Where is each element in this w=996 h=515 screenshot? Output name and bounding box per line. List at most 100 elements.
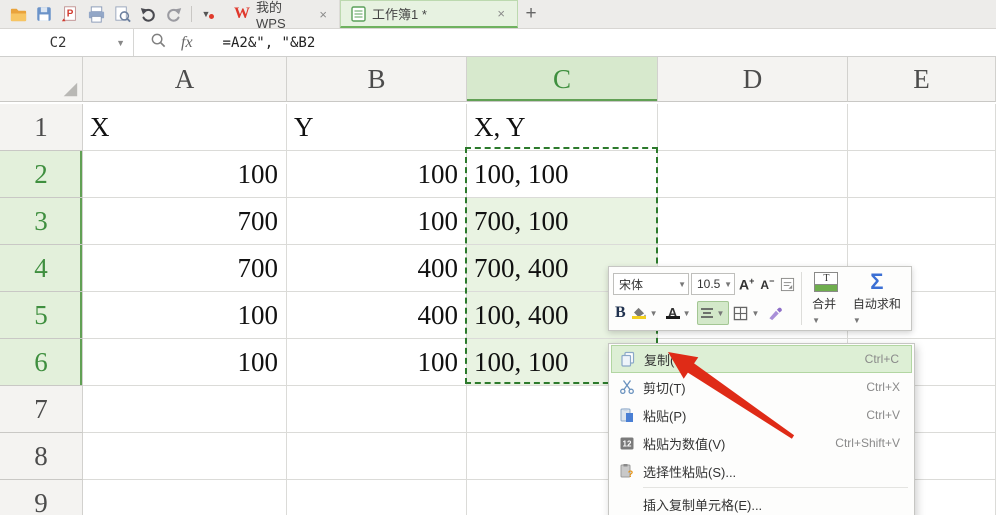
menu-item-copy[interactable]: 复制(C) Ctrl+C (611, 345, 912, 373)
row-header-7[interactable]: 7 (0, 386, 83, 433)
tab-workbook1[interactable]: 工作簿1 * × (340, 0, 518, 28)
cell-a8[interactable] (83, 433, 287, 480)
menu-item-label: 粘贴为数值(V) (643, 436, 726, 452)
row-header-8[interactable]: 8 (0, 433, 83, 480)
column-header-a[interactable]: A (83, 57, 287, 102)
font-size-combobox[interactable]: 10.5 ▼ (691, 273, 735, 295)
column-header-d[interactable]: D (658, 57, 848, 102)
print-preview-button[interactable] (109, 2, 135, 26)
bold-button[interactable]: B (613, 301, 628, 325)
row-header-5[interactable]: 5 (0, 292, 83, 339)
menu-item-paste-special[interactable]: ? 选择性粘贴(S)... (611, 457, 912, 485)
font-color-icon: A (665, 306, 680, 319)
redo-button[interactable] (161, 2, 187, 26)
paste-icon (611, 407, 643, 423)
row-header-2[interactable]: 2 (0, 151, 83, 198)
font-name-value: 宋体 (619, 277, 644, 292)
decrease-font-button[interactable]: A− (758, 272, 776, 296)
cell-b7[interactable] (287, 386, 467, 433)
dialog-launcher-icon (781, 277, 795, 291)
cell-b2[interactable]: 100 (287, 151, 467, 198)
tab-my-wps[interactable]: W 我的WPS × (224, 0, 340, 31)
quick-access-toolbar: P ▼ (0, 0, 216, 28)
fill-color-button[interactable]: ▼ (630, 301, 662, 325)
cell-b9[interactable] (287, 480, 467, 515)
align-center-icon (700, 308, 713, 318)
undo-icon (140, 8, 155, 22)
formula-input[interactable]: =A2&", "&B2 (223, 35, 316, 51)
tab-bar: P ▼ W 我的WPS × 工作簿1 * × + (0, 0, 996, 31)
menu-item-label: 插入复制单元格(E)... (643, 497, 763, 513)
row-header-3[interactable]: 3 (0, 198, 83, 245)
menu-item-cut[interactable]: 剪切(T) Ctrl+X (611, 373, 912, 401)
context-menu: 复制(C) Ctrl+C 剪切(T) Ctrl+X 粘贴(P) Ctrl+V 1… (608, 343, 915, 515)
cell-d2[interactable] (658, 151, 848, 198)
row-header-9[interactable]: 9 (0, 480, 83, 515)
save-button[interactable] (31, 2, 57, 26)
cell-a5[interactable]: 100 (83, 292, 287, 339)
print-icon (88, 5, 104, 23)
print-button[interactable] (83, 2, 109, 26)
new-tab-button[interactable]: + (518, 0, 544, 28)
font-size-value: 10.5 (697, 277, 721, 291)
close-tab-icon[interactable]: × (317, 7, 329, 22)
cell-a3[interactable]: 700 (83, 198, 287, 245)
zoom-search-button[interactable] (150, 32, 167, 54)
cell-a2[interactable]: 100 (83, 151, 287, 198)
column-header-b[interactable]: B (287, 57, 467, 102)
font-color-button[interactable]: A ▼ (664, 301, 695, 325)
format-dialog-button[interactable] (778, 272, 797, 296)
cell-a6[interactable]: 100 (83, 339, 287, 386)
row-header-4[interactable]: 4 (0, 245, 83, 292)
increase-font-button[interactable]: A+ (737, 272, 756, 296)
menu-item-paste-values[interactable]: 12 粘贴为数值(V) Ctrl+Shift+V (611, 429, 912, 457)
cell-a7[interactable] (83, 386, 287, 433)
cell-e1[interactable] (848, 104, 996, 151)
close-tab-icon[interactable]: × (495, 6, 507, 21)
borders-grid-icon (734, 306, 748, 320)
menu-item-insert-copied-cells[interactable]: 插入复制单元格(E)... (611, 490, 912, 515)
open-file-button[interactable] (5, 2, 31, 26)
export-pdf-button[interactable]: P (57, 2, 83, 26)
undo-button[interactable] (135, 2, 161, 26)
merge-cells-button[interactable]: T 合并 ▼ (806, 270, 847, 327)
cell-d1[interactable] (658, 104, 848, 151)
cell-b1[interactable]: Y (287, 104, 467, 151)
cell-b4[interactable]: 400 (287, 245, 467, 292)
row-header-1[interactable]: 1 (0, 104, 83, 151)
cell-d3[interactable] (658, 198, 848, 245)
customize-toolbar-button[interactable]: ▼ (196, 9, 216, 19)
formula-bar: C2 ▼ fx =A2&", "&B2 (0, 29, 996, 57)
format-painter-brush-icon (769, 307, 783, 320)
dropdown-caret-icon: ▼ (751, 308, 760, 318)
cell-a9[interactable] (83, 480, 287, 515)
tab-label: 工作簿1 * (372, 7, 427, 22)
cell-c1[interactable]: X, Y (467, 104, 658, 151)
merge-cells-icon: T (814, 271, 839, 292)
borders-button[interactable]: ▼ (731, 301, 763, 325)
name-box-dropdown-icon[interactable]: ▼ (116, 38, 133, 48)
cell-reference: C2 (49, 34, 67, 51)
cell-b3[interactable]: 100 (287, 198, 467, 245)
format-painter-button[interactable] (765, 301, 785, 325)
select-all-button[interactable] (0, 57, 83, 102)
cell-a1[interactable]: X (83, 104, 287, 151)
column-header-c[interactable]: C (467, 57, 658, 102)
cell-b8[interactable] (287, 433, 467, 480)
cell-b6[interactable]: 100 (287, 339, 467, 386)
menu-item-paste[interactable]: 粘贴(P) Ctrl+V (611, 401, 912, 429)
cell-c2-active[interactable]: 100, 100 (467, 151, 658, 198)
cell-e3[interactable] (848, 198, 996, 245)
cell-a4[interactable]: 700 (83, 245, 287, 292)
cell-b5[interactable]: 400 (287, 292, 467, 339)
autosum-button[interactable]: Σ 自动求和 ▼ (847, 270, 907, 327)
column-header-e[interactable]: E (848, 57, 996, 102)
alignment-button[interactable]: ▼ (696, 301, 730, 325)
cell-e2[interactable] (848, 151, 996, 198)
sigma-icon: Σ (870, 268, 884, 294)
cell-c3[interactable]: 700, 100 (467, 198, 658, 245)
row-header-6[interactable]: 6 (0, 339, 83, 386)
font-name-combobox[interactable]: 宋体 ▼ (613, 273, 689, 295)
name-box[interactable]: C2 ▼ (0, 29, 134, 56)
insert-function-button[interactable]: fx (181, 34, 193, 52)
